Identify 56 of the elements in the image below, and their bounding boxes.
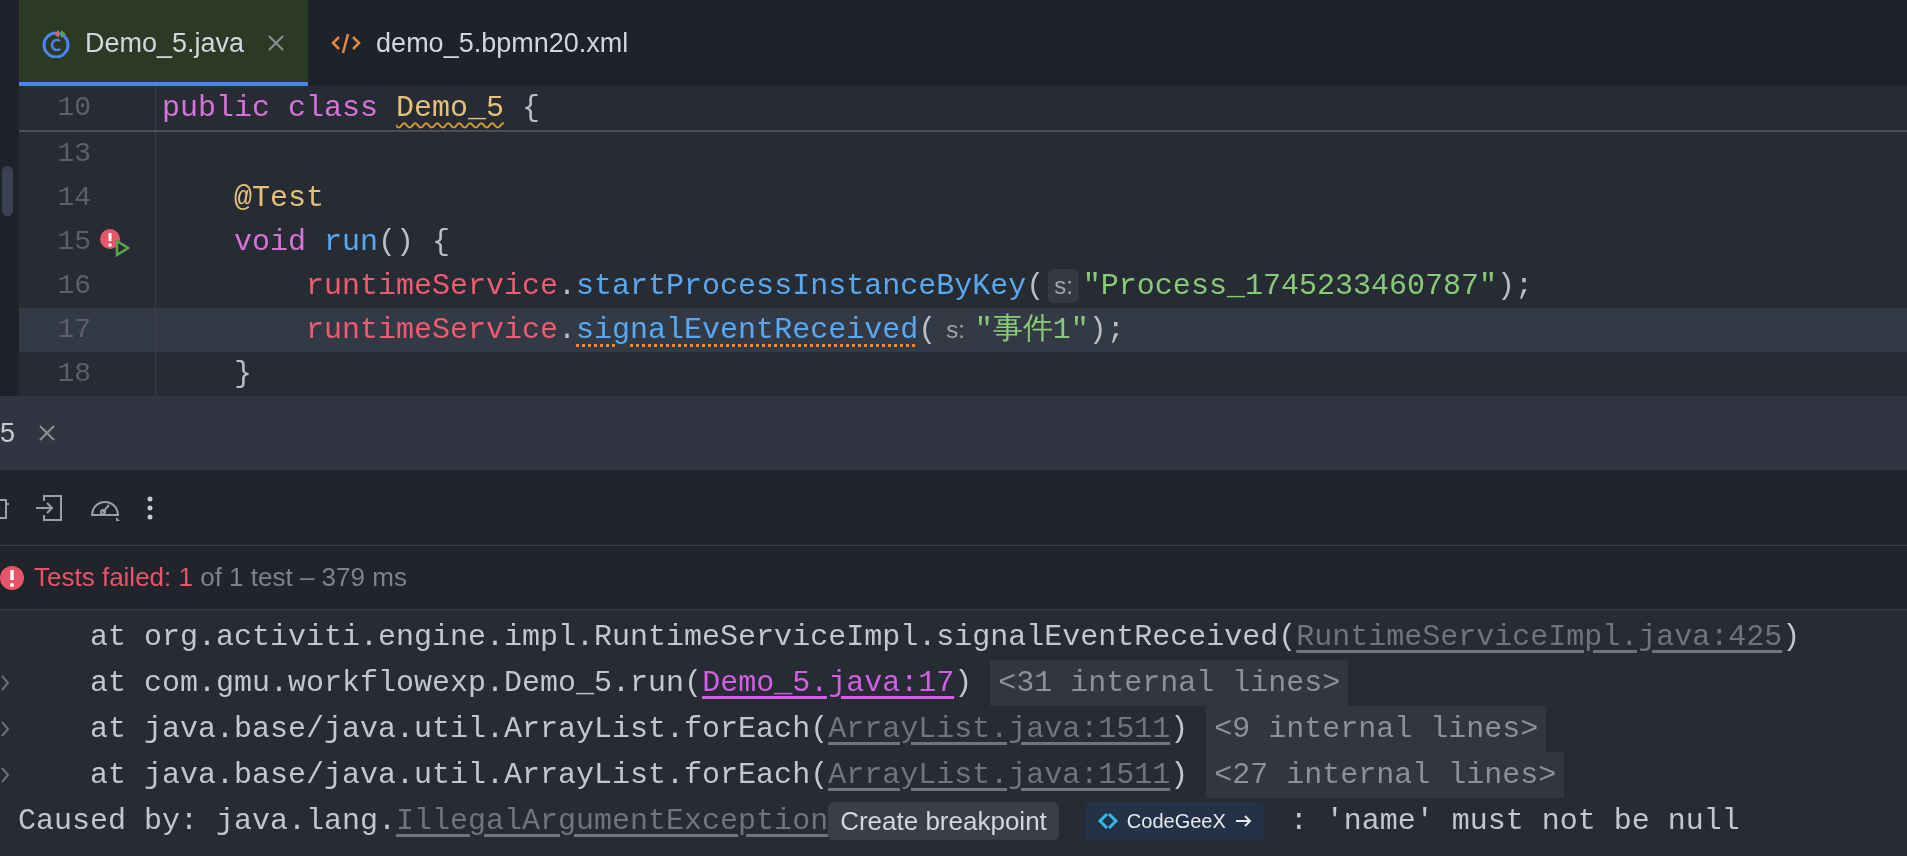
console-text: at org.activiti.engine.impl.RuntimeServiceImpl.signalEventReceived(	[89, 618, 1297, 656]
string-literal: "事件1"	[974, 311, 1089, 349]
code-text: () {	[378, 223, 451, 261]
folded-lines-label[interactable]: <31 internal lines>	[990, 660, 1349, 706]
method-name: startProcessInstanceByKey	[576, 267, 1027, 305]
code-keyword: class	[288, 89, 380, 127]
sign-in-icon[interactable]	[34, 492, 64, 523]
code-text: }	[233, 355, 252, 393]
more-options-icon[interactable]	[146, 494, 154, 521]
expand-icon[interactable]	[0, 674, 10, 692]
close-icon[interactable]	[266, 33, 287, 53]
console-text: at com.gmu.workflowexp.Demo_5.run(	[89, 664, 703, 702]
parameter-hint: s:	[1048, 269, 1079, 303]
string-literal: "Process_1745233460787"	[1082, 267, 1497, 305]
run-icon[interactable]	[115, 239, 130, 257]
run-tab[interactable]: 5	[0, 396, 68, 470]
code-text: (	[1026, 267, 1045, 305]
class-name: Demo_5	[396, 89, 505, 127]
console-text: )	[1782, 618, 1801, 656]
method-name: run	[324, 223, 379, 261]
console-text: at java.base/java.util.ArrayList.forEach(	[89, 710, 829, 748]
link[interactable]: ArrayList.java:1511	[828, 706, 1171, 752]
folded-lines-label[interactable]: <9 internal lines>	[1206, 706, 1547, 752]
editor-tab[interactable]: Demo_5.java	[19, 0, 309, 86]
codegeex-button[interactable]: CodeGeeX	[1084, 802, 1264, 840]
link[interactable]: RuntimeServiceImpl.java:425	[1296, 614, 1783, 660]
link[interactable]: ArrayList.java:1511	[828, 752, 1171, 798]
code-text: (	[918, 311, 937, 349]
console-text: )	[1170, 756, 1189, 794]
method-name: signalEventReceived	[576, 311, 919, 349]
expand-icon[interactable]	[0, 766, 10, 784]
console-text: )	[954, 664, 973, 702]
code-text: );	[1496, 267, 1533, 305]
scrollbar-thumb[interactable]	[2, 166, 13, 216]
console-text: : 'name' must not be null	[1289, 802, 1740, 840]
code-keyword: void	[233, 223, 308, 261]
create-breakpoint-button[interactable]: Create breakpoint	[828, 802, 1059, 840]
code-text: .	[558, 267, 577, 305]
code-text: );	[1088, 311, 1125, 349]
class-file-icon	[41, 28, 71, 58]
console-text: Caused by: java.lang.	[18, 802, 397, 840]
console-text: )	[1170, 710, 1189, 748]
link[interactable]: Demo_5.java:17	[702, 660, 955, 706]
link[interactable]: IllegalArgumentException	[396, 798, 829, 844]
brackets-logo-icon	[1096, 811, 1119, 831]
console-text: at java.base/java.util.ArrayList.forEach(	[89, 756, 829, 794]
close-icon[interactable]	[37, 423, 58, 443]
folded-lines-label[interactable]: <27 internal lines>	[1206, 752, 1565, 798]
code-keyword: public	[162, 89, 272, 127]
test-status: Tests failed: 1 of 1 test – 379 ms	[34, 561, 407, 594]
field-name: runtimeService	[305, 311, 559, 349]
code-annotation: @Test	[233, 179, 325, 217]
code-text: {	[521, 89, 541, 127]
field-name: runtimeService	[305, 267, 559, 305]
expand-icon[interactable]	[0, 720, 10, 738]
code-text: .	[558, 311, 577, 349]
